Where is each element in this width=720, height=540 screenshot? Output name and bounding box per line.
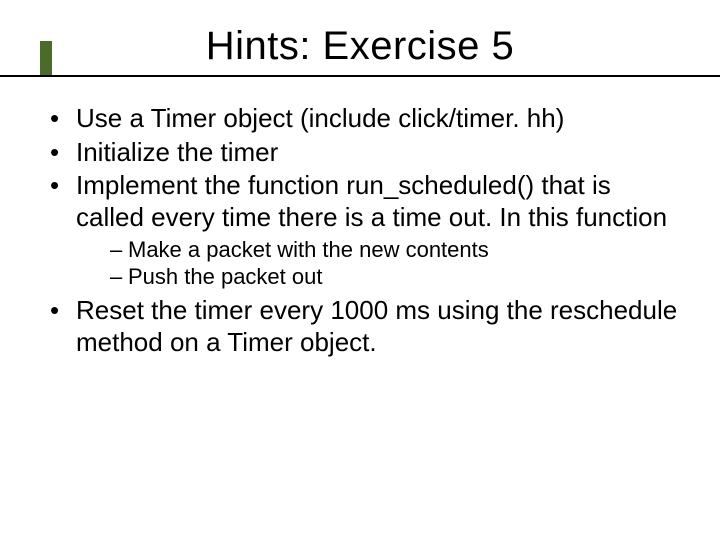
horizontal-rule bbox=[0, 75, 720, 77]
title-rule bbox=[40, 75, 680, 81]
bullet-item: Reset the timer every 1000 ms using the … bbox=[50, 295, 680, 358]
body-text: Use a Timer object (include click/timer.… bbox=[40, 103, 680, 358]
bullet-text: Implement the function run_scheduled() t… bbox=[76, 170, 667, 232]
slide: Hints: Exercise 5 Use a Timer object (in… bbox=[0, 0, 720, 540]
sub-bullet-item: Make a packet with the new contents bbox=[110, 236, 680, 264]
bullet-item: Implement the function run_scheduled() t… bbox=[50, 170, 680, 290]
sub-bullet-item: Push the packet out bbox=[110, 263, 680, 291]
accent-tick bbox=[40, 41, 52, 77]
bullet-item: Initialize the timer bbox=[50, 137, 680, 169]
bullet-item: Use a Timer object (include click/timer.… bbox=[50, 103, 680, 135]
sub-bullet-list: Make a packet with the new contents Push… bbox=[76, 236, 680, 291]
slide-title: Hints: Exercise 5 bbox=[40, 24, 680, 69]
bullet-list: Use a Timer object (include click/timer.… bbox=[40, 103, 680, 358]
